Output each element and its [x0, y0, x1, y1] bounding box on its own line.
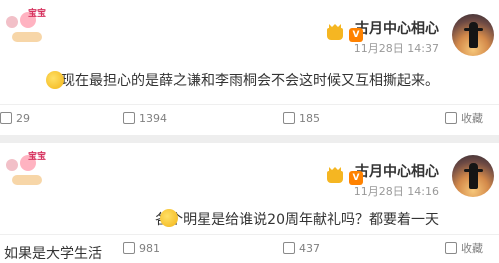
post-card: 宝宝 古月中心相心 V 11月28日 14:16 各个明星是给谁说20周年献礼吗… [0, 143, 499, 262]
partial-post-text: 如果是大学生活 [4, 246, 102, 262]
crown-icon [327, 171, 343, 183]
post-content[interactable]: 我现在最担心的是薛之谦和李雨桐会不会这时候又互相撕起来。 [47, 70, 439, 90]
sticker-decoration: 宝宝 [4, 6, 56, 50]
username[interactable]: 古月中心相心 [355, 18, 439, 38]
post-card: 宝宝 古月中心相心 V 11月28日 14:37 我现在最担心的是薛之谦和李雨桐… [0, 0, 499, 135]
sticker-text: 宝宝 [28, 9, 47, 19]
like-button[interactable]: 1394 [123, 105, 167, 133]
emoji-icon [46, 71, 64, 89]
emoji-icon [160, 209, 178, 227]
sticker-decoration: 宝宝 [4, 149, 56, 193]
share-icon [0, 112, 12, 124]
feed: 宝宝 古月中心相心 V 11月28日 14:37 我现在最担心的是薛之谦和李雨桐… [0, 0, 499, 262]
like-count: 1394 [139, 112, 167, 125]
comment-count: 437 [299, 242, 320, 255]
action-bar: 收藏 185 1394 29 [0, 104, 499, 133]
favorite-button[interactable]: 收藏 [445, 105, 483, 133]
sticker-text: 宝宝 [28, 152, 47, 162]
post-time: 11月28日 14:37 [353, 42, 439, 55]
favorite-label: 收藏 [461, 112, 483, 125]
share-button[interactable]: 29 [0, 105, 30, 133]
comment-button[interactable]: 185 [283, 105, 320, 133]
comment-icon [283, 242, 295, 254]
star-icon [445, 242, 457, 254]
comment-count: 185 [299, 112, 320, 125]
post-divider [0, 135, 499, 143]
like-icon [123, 112, 135, 124]
post-content[interactable]: 各个明星是给谁说20周年献礼吗？都要着一天 [155, 209, 439, 229]
like-count: 981 [139, 242, 160, 255]
share-count: 29 [16, 112, 30, 125]
comment-icon [283, 112, 295, 124]
avatar[interactable] [452, 14, 494, 56]
comment-button[interactable]: 437 [283, 235, 320, 263]
star-icon [445, 112, 457, 124]
crown-icon [327, 28, 343, 40]
favorite-button[interactable]: 收藏 [445, 235, 483, 263]
favorite-label: 收藏 [461, 242, 483, 255]
post-time: 11月28日 14:16 [353, 185, 439, 198]
avatar[interactable] [452, 155, 494, 197]
like-icon [123, 242, 135, 254]
like-button[interactable]: 981 [123, 235, 160, 263]
username[interactable]: 古月中心相心 [355, 161, 439, 181]
